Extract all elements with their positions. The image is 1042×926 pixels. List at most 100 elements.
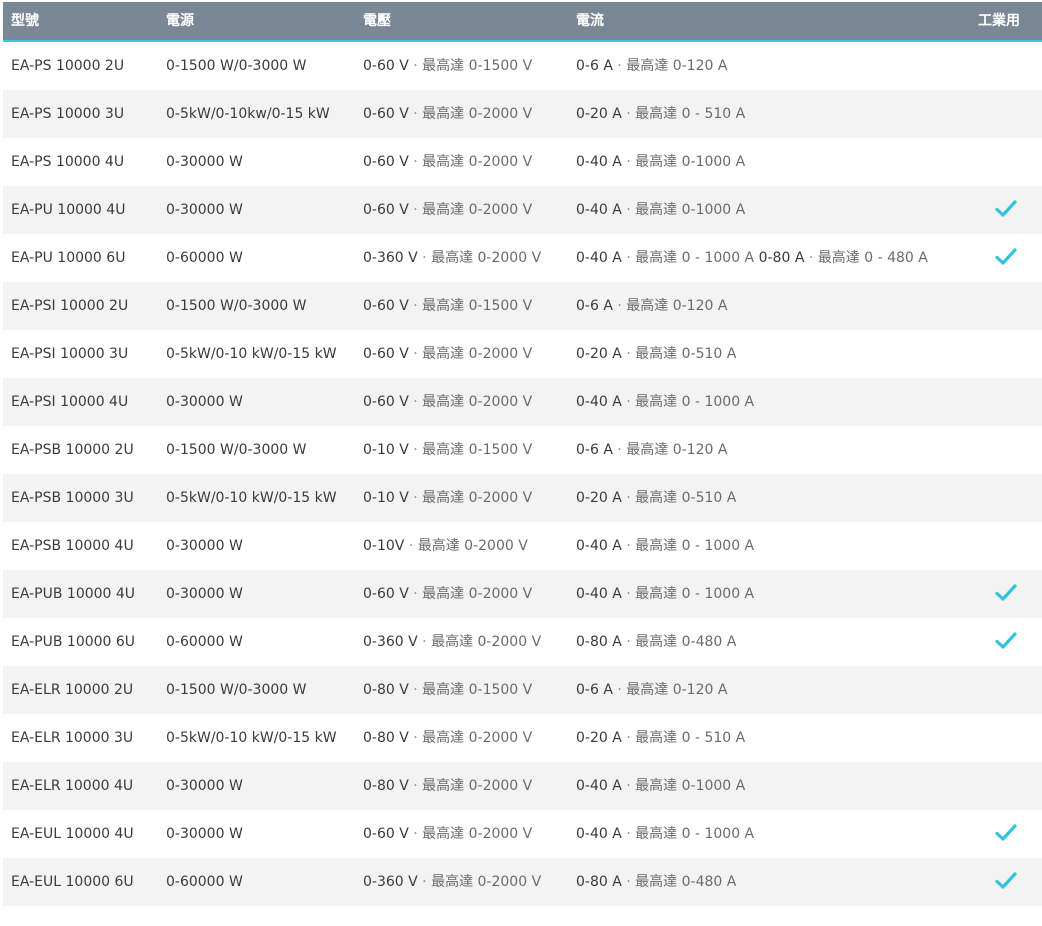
- separator-dot: ·: [408, 346, 423, 362]
- current-range: 0-40 A: [576, 394, 622, 410]
- cell-voltage: 0-60 V · 最高達 0-2000 V: [363, 330, 532, 378]
- table-row: EA-PS 10000 3U 0-5kW/0-10kw/0-15 kW 0-60 V…: [3, 90, 1042, 138]
- separator-dot: ·: [621, 346, 636, 362]
- cell-current: 0-6 A · 最高達 0-120 A: [576, 42, 727, 90]
- cell-current: 0-40 A · 最高達 0-1000 A: [576, 186, 745, 234]
- separator-dot: ·: [621, 634, 636, 650]
- cell-voltage: 0-60 V · 最高達 0-1500 V: [363, 42, 532, 90]
- voltage-max: 最高達 0-1500 V: [422, 58, 533, 74]
- cell-model: EA-PSI 10000 4U: [11, 394, 129, 410]
- voltage-max: 最高達 0-2000 V: [422, 778, 533, 794]
- separator-dot: ·: [621, 106, 636, 122]
- cell-model: EA-PSI 10000 2U: [11, 298, 129, 314]
- voltage-range: 0-10 V: [363, 442, 409, 458]
- voltage-max: 最高達 0-2000 V: [431, 874, 542, 890]
- current-max: 最高達 0 - 510 A: [635, 106, 746, 122]
- cell-current: 0-20 A · 最高達 0-510 A: [576, 474, 736, 522]
- table-row: EA-PS 10000 4U 0-30000 W 0-60 V · 最高達 0-20…: [3, 138, 1042, 186]
- current-range: 0-80 A: [576, 634, 622, 650]
- table-row: EA-PU 10000 6U 0-60000 W 0-360 V · 最高達 0-2…: [3, 234, 1042, 282]
- table-header: 型號 電源 電壓 電流 工業用: [3, 2, 1042, 42]
- voltage-max: 最高達 0-2000 V: [422, 730, 533, 746]
- voltage-range: 0-80 V: [363, 730, 409, 746]
- table-row: EA-PSB 10000 4U 0-30000 W 0-10V · 最高達 0-20…: [3, 522, 1042, 570]
- cell-current: 0-6 A · 最高達 0-120 A: [576, 282, 727, 330]
- current-max: 最高達 0-1000 A: [635, 202, 746, 218]
- current-range: 0-6 A: [576, 58, 613, 74]
- voltage-max: 最高達 0-2000 V: [422, 586, 533, 602]
- voltage-range: 0-80 V: [363, 778, 409, 794]
- separator-dot: ·: [408, 298, 423, 314]
- voltage-range: 0-360 V: [363, 250, 418, 266]
- cell-model: EA-ELR 10000 3U: [11, 730, 134, 746]
- cell-voltage: 0-60 V · 最高達 0-1500 V: [363, 282, 532, 330]
- cell-model: EA-ELR 10000 2U: [11, 682, 134, 698]
- cell-model: EA-PSB 10000 3U: [11, 490, 134, 506]
- cell-model: EA-PUB 10000 6U: [11, 634, 136, 650]
- cell-voltage: 0-360 V · 最高達 0-2000 V: [363, 618, 541, 666]
- voltage-max: 最高達 0-2000 V: [422, 106, 533, 122]
- cell-model: EA-PU 10000 6U: [11, 250, 126, 266]
- cell-current: 0-40 A · 最高達 0-1000 A: [576, 138, 745, 186]
- voltage-range: 0-60 V: [363, 58, 409, 74]
- cell-power: 0-30000 W: [166, 154, 243, 170]
- voltage-max: 最高達 0-2000 V: [422, 394, 533, 410]
- table-row: EA-PSB 10000 3U 0-5kW/0-10 kW/0-15 kW 0-10…: [3, 474, 1042, 522]
- voltage-max: 最高達 0-2000 V: [431, 250, 542, 266]
- table-row: EA-ELR 10000 3U 0-5kW/0-10 kW/0-15 kW 0-80…: [3, 714, 1042, 762]
- current-max: 最高達 0-510 A: [635, 490, 737, 506]
- cell-current: 0-40 A · 最高達 0 - 1000 A: [576, 570, 754, 618]
- cell-voltage: 0-80 V · 最高達 0-2000 V: [363, 714, 532, 762]
- voltage-range: 0-10 V: [363, 490, 409, 506]
- separator-dot: ·: [404, 538, 418, 554]
- header-power: 電源: [166, 13, 194, 29]
- cell-current: 0-20 A · 最高達 0 - 510 A: [576, 714, 745, 762]
- header-industrial: 工業用: [978, 13, 1020, 29]
- cell-model: EA-PS 10000 3U: [11, 106, 125, 122]
- current-range: 0-40 A: [576, 250, 622, 266]
- cell-current: 0-20 A · 最高達 0-510 A: [576, 330, 736, 378]
- cell-voltage: 0-60 V · 最高達 0-2000 V: [363, 378, 532, 426]
- cell-power: 0-1500 W/0-3000 W: [166, 682, 307, 698]
- cell-power: 0-30000 W: [166, 826, 243, 842]
- checkmark-icon: [995, 247, 1017, 267]
- cell-voltage: 0-80 V · 最高達 0-2000 V: [363, 762, 532, 810]
- voltage-max: 最高達 0-2000 V: [422, 202, 533, 218]
- cell-power: 0-5kW/0-10 kW/0-15 kW: [166, 730, 337, 746]
- current-range: 0-20 A: [576, 490, 622, 506]
- current-max: 最高達 0-510 A: [635, 346, 737, 362]
- current-range: 0-20 A: [576, 106, 622, 122]
- cell-model: EA-EUL 10000 4U: [11, 826, 134, 842]
- cell-current: 0-40 A · 最高達 0 - 1000 A: [576, 378, 754, 426]
- cell-power: 0-5kW/0-10 kW/0-15 kW: [166, 490, 337, 506]
- separator-dot: ·: [612, 298, 627, 314]
- cell-voltage: 0-60 V · 最高達 0-2000 V: [363, 186, 532, 234]
- separator-dot: ·: [621, 730, 636, 746]
- current-max: 最高達 0 - 510 A: [635, 730, 746, 746]
- voltage-range: 0-60 V: [363, 586, 409, 602]
- separator-dot: ·: [621, 538, 636, 554]
- cell-model: EA-PU 10000 4U: [11, 202, 126, 218]
- table-row: EA-PU 10000 4U 0-30000 W 0-60 V · 最高達 0-20…: [3, 186, 1042, 234]
- cell-voltage: 0-60 V · 最高達 0-2000 V: [363, 138, 532, 186]
- cell-model: EA-PS 10000 4U: [11, 154, 125, 170]
- cell-model: EA-PSB 10000 4U: [11, 538, 134, 554]
- current-max: 最高達 0 - 1000 A: [635, 250, 755, 266]
- cell-voltage: 0-80 V · 最高達 0-1500 V: [363, 666, 532, 714]
- table-row: EA-PUB 10000 6U 0-60000 W 0-360 V · 最高達 0-…: [3, 618, 1042, 666]
- cell-current: 0-6 A · 最高達 0-120 A: [576, 426, 727, 474]
- cell-power: 0-30000 W: [166, 586, 243, 602]
- cell-power: 0-60000 W: [166, 874, 243, 890]
- voltage-max: 最高達 0-2000 V: [431, 634, 542, 650]
- cell-current: 0-40 A · 最高達 0 - 1000 A: [576, 810, 754, 858]
- voltage-range: 0-80 V: [363, 682, 409, 698]
- cell-power: 0-60000 W: [166, 250, 243, 266]
- cell-model: EA-PUB 10000 4U: [11, 586, 136, 602]
- current-max: 最高達 0-1000 A: [635, 778, 746, 794]
- table-row: EA-EUL 10000 6U 0-60000 W 0-360 V · 最高達 0-…: [3, 858, 1042, 906]
- current-range: 0-40 A: [576, 154, 622, 170]
- cell-voltage: 0-60 V · 最高達 0-2000 V: [363, 810, 532, 858]
- separator-dot: ·: [408, 682, 423, 698]
- separator-dot: ·: [408, 154, 423, 170]
- cell-power: 0-5kW/0-10 kW/0-15 kW: [166, 346, 337, 362]
